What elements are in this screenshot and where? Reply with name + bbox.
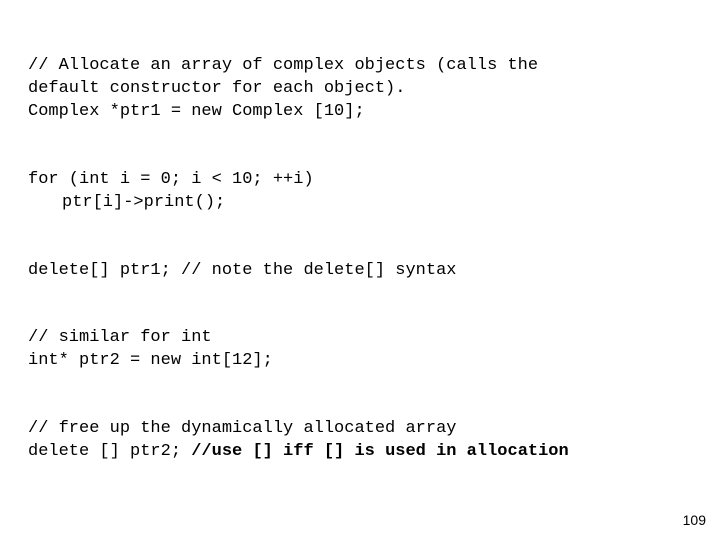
code-line: default constructor for each object). bbox=[28, 79, 405, 98]
code-line: // free up the dynamically allocated arr… bbox=[28, 419, 456, 438]
code-line: int* ptr2 = new int[12]; bbox=[28, 351, 273, 370]
code-line: ptr[i]->print(); bbox=[28, 193, 225, 212]
code-line-bold: //use [] iff [] is used in allocation bbox=[191, 442, 568, 461]
code-block-3: delete[] ptr1; // note the delete[] synt… bbox=[28, 237, 692, 283]
code-block-4: // similar for int int* ptr2 = new int[1… bbox=[28, 304, 692, 373]
code-block-5: // free up the dynamically allocated arr… bbox=[28, 395, 692, 464]
code-line: Complex *ptr1 = new Complex [10]; bbox=[28, 102, 365, 121]
code-line: // Allocate an array of complex objects … bbox=[28, 56, 538, 75]
code-block-2: for (int i = 0; i < 10; ++i) ptr[i]->pri… bbox=[28, 146, 692, 215]
slide: // Allocate an array of complex objects … bbox=[0, 0, 720, 540]
code-line: delete [] ptr2; bbox=[28, 442, 191, 461]
page-number: 109 bbox=[683, 511, 706, 530]
code-block-1: // Allocate an array of complex objects … bbox=[28, 32, 692, 124]
code-line: delete[] ptr1; // note the delete[] synt… bbox=[28, 261, 456, 280]
code-line: // similar for int bbox=[28, 328, 212, 347]
code-line: for (int i = 0; i < 10; ++i) bbox=[28, 170, 314, 189]
